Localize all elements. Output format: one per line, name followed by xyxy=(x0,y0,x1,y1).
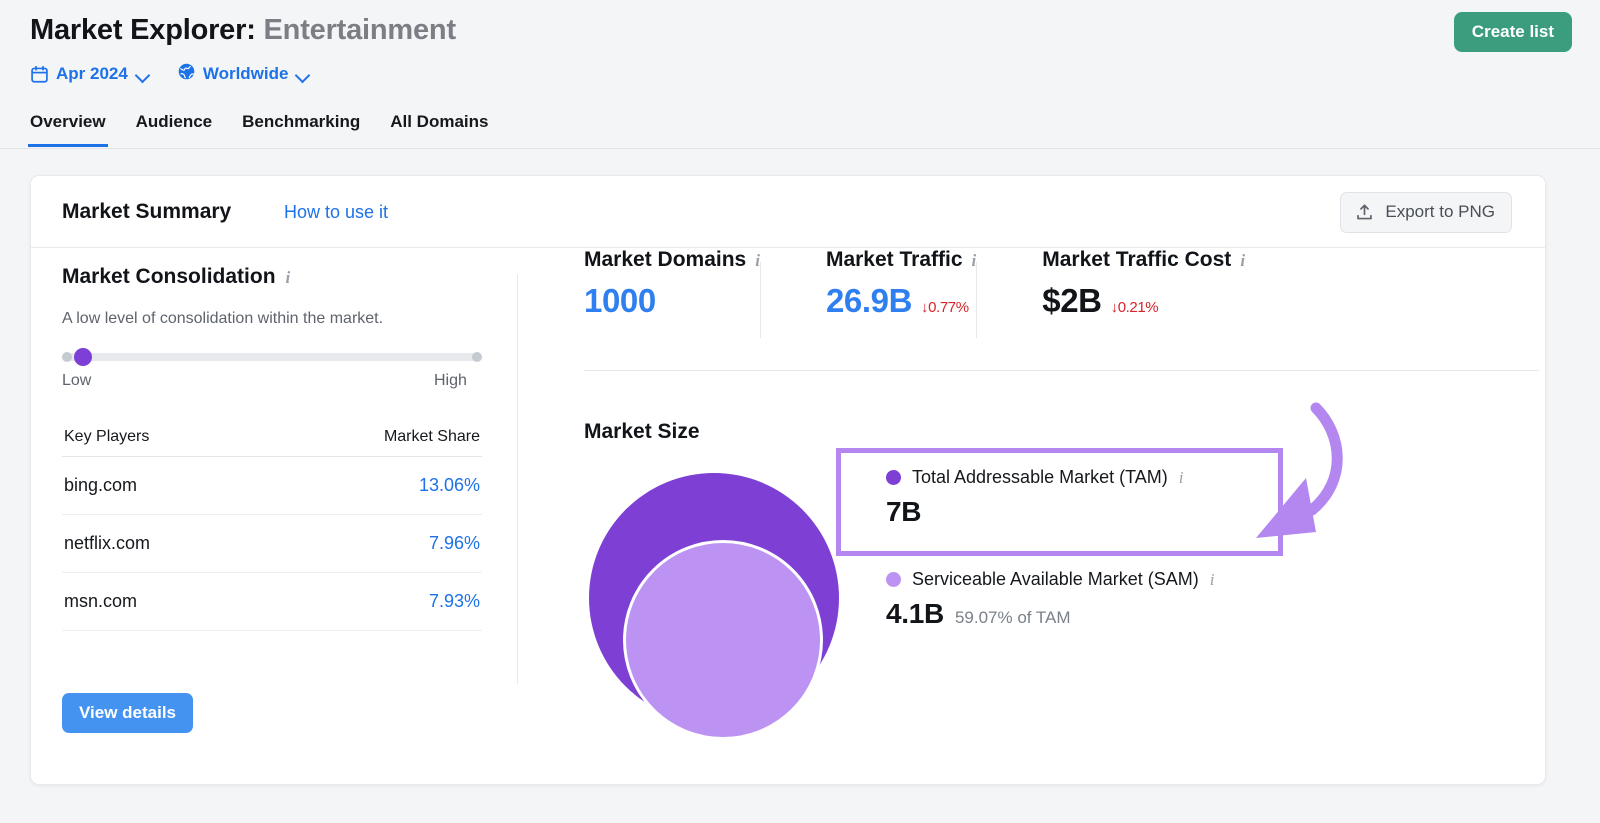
kpi-label: Market Traffic Cost i xyxy=(1042,248,1245,272)
card-header: Market Summary How to use it Export to P… xyxy=(31,176,1545,248)
legend-value-sam: 4.1B xyxy=(886,598,944,629)
info-icon[interactable]: i xyxy=(1179,469,1184,486)
slider-handle[interactable] xyxy=(74,348,92,366)
tab-all-domains[interactable]: All Domains xyxy=(388,112,490,147)
legend-label-tam: Total Addressable Market (TAM) xyxy=(912,467,1168,487)
slider-end-high xyxy=(472,352,482,362)
market-consolidation-label: Market Consolidation xyxy=(62,265,276,288)
cell-share: 7.93% xyxy=(428,591,480,611)
kpi-divider xyxy=(759,262,761,338)
filter-bar: Apr 2024 Worldwide xyxy=(30,62,309,86)
legend-subtext-sam: 59.07% of TAM xyxy=(954,608,1071,627)
page-title: Market Explorer: Entertainment xyxy=(30,14,456,47)
legend-item-tam: Total Addressable Market (TAM) i 7B xyxy=(886,467,1184,528)
chevron-down-icon xyxy=(296,68,309,81)
kpi-value: 1000 xyxy=(584,282,656,319)
kpi-divider xyxy=(976,262,978,338)
market-size-title: Market Size xyxy=(584,420,700,443)
kpi-label: Market Traffic i xyxy=(826,248,976,272)
globe-icon xyxy=(177,62,196,86)
kpi-value-wrap: $2B ↓0.21% xyxy=(1042,282,1245,320)
kpi-market-traffic-cost: Market Traffic Cost i $2B ↓0.21% xyxy=(976,248,1245,338)
section-divider xyxy=(584,370,1539,371)
table-row[interactable]: netflix.com 7.96% xyxy=(62,515,482,573)
info-icon[interactable]: i xyxy=(286,269,291,286)
legend-value-tam-wrap: 7B xyxy=(886,496,1184,528)
info-icon[interactable]: i xyxy=(1210,571,1215,588)
table-row[interactable]: bing.com 13.06% xyxy=(62,457,482,515)
cell-player: bing.com xyxy=(64,475,138,495)
column-header-key-players: Key Players xyxy=(64,428,150,445)
view-details-button[interactable]: View details xyxy=(62,693,194,733)
legend-row-sam: Serviceable Available Market (SAM) i xyxy=(886,569,1215,590)
legend-label-sam: Serviceable Available Market (SAM) xyxy=(912,569,1199,589)
slider-track xyxy=(62,353,482,361)
slider-low-label: Low xyxy=(62,372,92,389)
tab-benchmarking[interactable]: Benchmarking xyxy=(240,112,362,147)
legend-dot-tam xyxy=(886,470,901,485)
legend-value-sam-wrap: 4.1B 59.07% of TAM xyxy=(886,598,1215,630)
calendar-icon xyxy=(30,65,49,84)
cell-player: msn.com xyxy=(64,591,138,611)
info-icon[interactable]: i xyxy=(1240,252,1245,269)
tab-bar-divider xyxy=(0,148,1600,149)
slider-end-low xyxy=(62,352,72,362)
cell-share: 13.06% xyxy=(418,475,480,495)
location-filter[interactable]: Worldwide xyxy=(177,62,310,86)
upload-icon xyxy=(1355,203,1374,222)
column-header-market-share: Market Share xyxy=(383,428,480,445)
market-consolidation-panel: Market Consolidation i A low level of co… xyxy=(31,248,517,786)
tab-audience[interactable]: Audience xyxy=(134,112,215,147)
date-filter-label: Apr 2024 xyxy=(56,64,128,83)
kpi-row: Market Domains i 1000 Market Traffic i 2… xyxy=(518,248,1538,338)
legend-dot-sam xyxy=(886,572,901,587)
market-consolidation-title: Market Consolidation i xyxy=(62,265,290,289)
table-header-row: Key Players Market Share xyxy=(62,428,482,457)
kpi-value: $2B xyxy=(1042,282,1102,319)
how-to-use-link[interactable]: How to use it xyxy=(284,202,388,223)
kpi-label: Market Domains i xyxy=(584,248,760,272)
kpi-title: Market Traffic Cost xyxy=(1042,248,1232,271)
market-size-bubble-chart xyxy=(584,470,849,740)
page-title-subject: Entertainment xyxy=(263,14,457,46)
market-metrics-panel: Market Domains i 1000 Market Traffic i 2… xyxy=(518,248,1545,786)
bubble-sam xyxy=(623,540,823,740)
kpi-delta: ↓0.21% xyxy=(1110,299,1159,316)
kpi-title: Market Traffic xyxy=(825,248,963,271)
card-title: Market Summary xyxy=(62,200,232,223)
kpi-market-domains: Market Domains i 1000 xyxy=(518,248,760,320)
legend-row-tam: Total Addressable Market (TAM) i xyxy=(886,467,1184,488)
consolidation-slider[interactable] xyxy=(62,348,482,366)
cell-share: 7.96% xyxy=(428,533,480,553)
create-list-button[interactable]: Create list xyxy=(1453,12,1572,52)
location-filter-label: Worldwide xyxy=(202,64,289,83)
kpi-value: 26.9B xyxy=(825,282,913,319)
kpi-title: Market Domains xyxy=(584,248,747,271)
market-summary-card: Market Summary How to use it Export to P… xyxy=(30,175,1546,785)
legend-value-tam: 7B xyxy=(886,496,922,527)
tab-overview[interactable]: Overview xyxy=(28,112,108,147)
slider-high-label: High xyxy=(434,372,467,389)
key-players-table: Key Players Market Share bing.com 13.06%… xyxy=(62,428,482,631)
kpi-market-traffic: Market Traffic i 26.9B ↓0.77% xyxy=(759,248,976,338)
cell-player: netflix.com xyxy=(64,533,151,553)
table-row[interactable]: msn.com 7.93% xyxy=(62,573,482,631)
kpi-value-wrap: 1000 xyxy=(584,282,760,320)
chevron-down-icon xyxy=(136,68,149,81)
market-explorer-page: Market Explorer: Entertainment Create li… xyxy=(0,0,1600,823)
kpi-delta: ↓0.77% xyxy=(921,299,969,316)
export-to-png-label: Export to PNG xyxy=(1385,202,1495,221)
kpi-value-wrap: 26.9B ↓0.77% xyxy=(826,282,976,320)
page-title-main: Market Explorer: xyxy=(30,14,256,46)
tab-bar: Overview Audience Benchmarking All Domai… xyxy=(28,112,490,147)
legend-item-sam: Serviceable Available Market (SAM) i 4.1… xyxy=(886,569,1215,630)
export-to-png-button[interactable]: Export to PNG xyxy=(1340,192,1512,233)
date-filter[interactable]: Apr 2024 xyxy=(30,64,149,84)
market-consolidation-description: A low level of consolidation within the … xyxy=(62,310,384,327)
